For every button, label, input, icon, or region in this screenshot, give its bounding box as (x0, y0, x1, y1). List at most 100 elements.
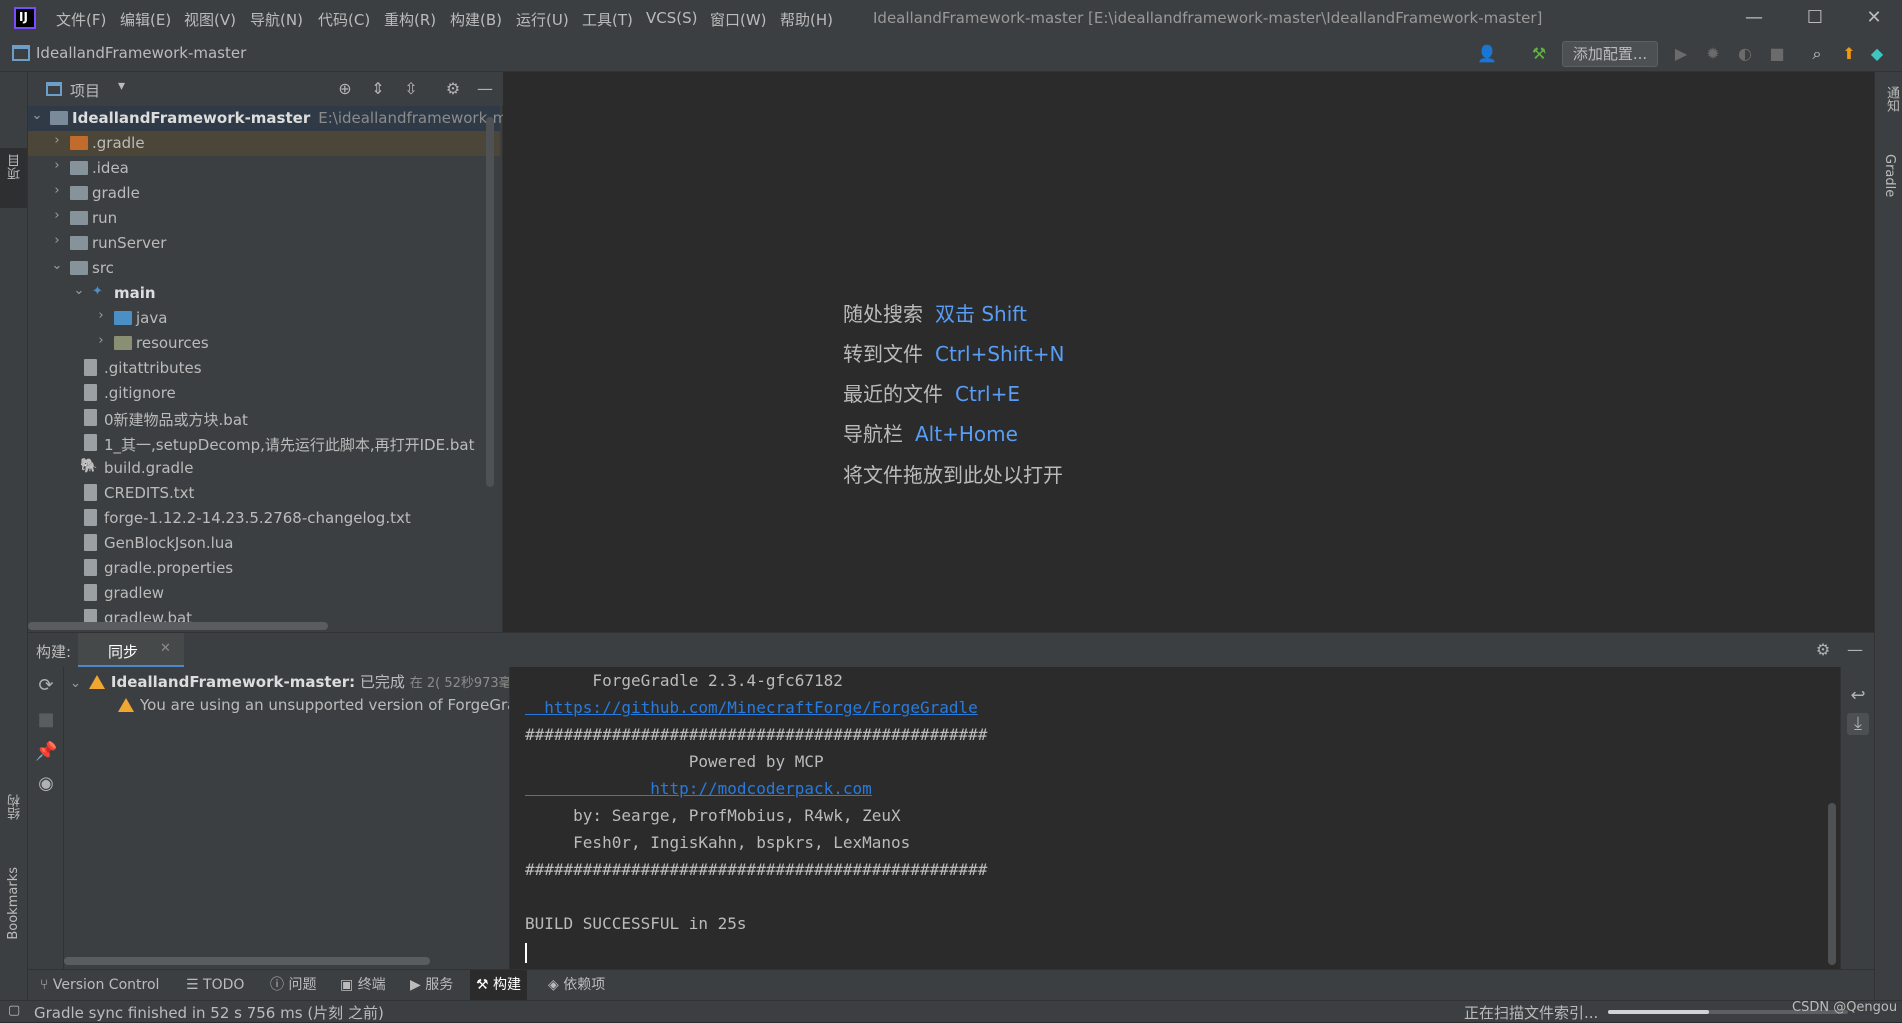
tool-services[interactable]: ▶ 服务 (404, 970, 459, 1001)
search-icon[interactable]: ⌕ (1806, 43, 1828, 65)
tree-item-java[interactable]: › java (28, 306, 500, 331)
stripe-tab-structure[interactable]: 结构 (6, 794, 25, 820)
gear-icon[interactable]: ⚙ (442, 78, 464, 100)
status-message[interactable]: Gradle sync finished in 52 s 756 ms (片刻 … (34, 1002, 384, 1023)
tree-item-gitignore[interactable]: .gitignore (28, 381, 500, 406)
tree-item-bat-new[interactable]: 0新建物品或方块.bat (28, 406, 500, 431)
scroll-to-end-icon[interactable]: ⤓ (1847, 713, 1869, 735)
stripe-tab-bookmarks[interactable]: Bookmarks (6, 867, 21, 940)
coverage-icon[interactable]: ◐ (1734, 43, 1756, 65)
vertical-scrollbar[interactable] (486, 117, 494, 487)
tab-sync[interactable]: 同步 ✕ (78, 633, 184, 668)
hide-icon[interactable]: — (474, 78, 496, 100)
update-icon[interactable]: ⬆ (1838, 43, 1860, 65)
menu-refactor[interactable]: 重构(R) (384, 9, 436, 30)
add-configuration-button[interactable]: 添加配置... (1562, 41, 1658, 67)
run-icon[interactable]: ▶ (1670, 43, 1692, 65)
tree-item-gitattributes[interactable]: .gitattributes (28, 356, 500, 381)
stripe-tab-gradle[interactable]: Gradle (1882, 154, 1897, 197)
vertical-scrollbar[interactable] (1828, 803, 1836, 965)
breadcrumb-project[interactable]: IdeallandFramework-master (36, 44, 246, 62)
tree-item-bat-setup[interactable]: 1_其一,setupDecomp,请先运行此脚本,再打开IDE.bat (28, 431, 500, 456)
menu-file[interactable]: 文件(F) (56, 9, 106, 30)
chevron-down-icon[interactable]: ⌄ (72, 283, 86, 298)
tool-problems[interactable]: ⓘ 问题 (264, 970, 322, 1001)
tree-item-run[interactable]: › run (28, 206, 500, 231)
stop-icon[interactable]: ■ (35, 709, 57, 731)
chevron-down-icon[interactable]: ▾ (118, 78, 125, 94)
menu-edit[interactable]: 编辑(E) (120, 9, 171, 30)
toolbox-icon[interactable]: ◆ (1866, 43, 1888, 65)
tool-terminal[interactable]: ▣ 终端 (334, 970, 392, 1001)
pin-icon[interactable]: 📌 (35, 741, 57, 763)
link-modcoderpack[interactable]: http://modcoderpack.com (525, 779, 872, 798)
tree-item-idea[interactable]: › .idea (28, 156, 500, 181)
tree-item-genblockjson[interactable]: GenBlockJson.lua (28, 531, 500, 556)
close-icon[interactable]: ✕ (160, 641, 171, 656)
tool-todo[interactable]: ☰ TODO (180, 970, 250, 1001)
tree-item-main[interactable]: ⌄ ✦ main (28, 281, 500, 306)
tree-item-runserver[interactable]: › runServer (28, 231, 500, 256)
refresh-icon[interactable]: ⟳ (35, 675, 57, 697)
minimize-button[interactable]: — (1742, 6, 1766, 30)
maximize-button[interactable]: ☐ (1803, 6, 1827, 30)
menu-navigate[interactable]: 导航(N) (250, 9, 303, 30)
tool-dependencies[interactable]: ◈ 依赖项 (542, 970, 611, 1001)
chevron-right-icon[interactable]: › (94, 333, 108, 348)
stripe-tab-project[interactable]: 项目 (0, 148, 27, 208)
build-hammer-icon[interactable]: ⚒ (1528, 43, 1550, 65)
indexing-status[interactable]: 正在扫描文件索引... (1464, 1002, 1598, 1023)
expand-all-icon[interactable]: ⇕ (367, 78, 389, 100)
tree-item-gradlew[interactable]: gradlew (28, 581, 500, 606)
chevron-right-icon[interactable]: › (94, 308, 108, 323)
tool-version-control[interactable]: ⑂ Version Control (34, 970, 165, 1001)
hide-icon[interactable]: — (1844, 639, 1866, 661)
menu-build[interactable]: 构建(B) (450, 9, 502, 30)
menu-run[interactable]: 运行(U) (516, 9, 569, 30)
menu-help[interactable]: 帮助(H) (780, 9, 833, 30)
build-warning-node[interactable]: You are using an unsupported version of … (118, 696, 509, 714)
stop-icon[interactable]: ■ (1766, 43, 1788, 65)
close-button[interactable]: ✕ (1862, 6, 1886, 30)
tree-item-root[interactable]: ⌄ IdeallandFramework-master E:\ideallandf… (28, 106, 524, 131)
tree-item-build-gradle[interactable]: 🐘 build.gradle (28, 456, 500, 481)
tool-build[interactable]: ⚒ 构建 (470, 970, 528, 1001)
link-forgegradle[interactable]: https://github.com/MinecraftForge/ForgeG… (525, 698, 977, 717)
menu-window[interactable]: 窗口(W) (710, 9, 767, 30)
project-view-selector[interactable]: 项目 (70, 80, 100, 101)
horizontal-scrollbar[interactable] (28, 622, 328, 630)
chevron-right-icon[interactable]: › (50, 158, 64, 173)
tree-item-changelog[interactable]: forge-1.12.2-14.23.5.2768-changelog.txt (28, 506, 500, 531)
menu-view[interactable]: 视图(V) (184, 9, 236, 30)
menu-tools[interactable]: 工具(T) (582, 9, 633, 30)
toggle-tool-windows-icon[interactable]: ▢ (8, 1003, 20, 1018)
chevron-right-icon[interactable]: › (50, 208, 64, 223)
build-root-node[interactable]: ⌄ IdeallandFramework-master: 已完成 在 2( 52秒… (70, 671, 509, 692)
tree-item-gradle[interactable]: › gradle (28, 181, 500, 206)
chevron-down-icon[interactable]: ⌄ (70, 676, 81, 691)
tree-item-src[interactable]: ⌄ src (28, 256, 500, 281)
horizontal-scrollbar[interactable] (64, 957, 430, 965)
locate-icon[interactable]: ⊕ (334, 78, 356, 100)
tree-item-gradle-hidden[interactable]: › .gradle (28, 131, 500, 156)
tree-item-resources[interactable]: › resources (28, 331, 500, 356)
stripe-tab-notifications[interactable]: 通知 (1882, 86, 1901, 112)
eye-icon[interactable]: ◉ (35, 773, 57, 795)
chevron-down-icon[interactable]: ⌄ (50, 258, 64, 273)
soft-wrap-icon[interactable]: ↩ (1847, 685, 1869, 707)
console-link-mcp[interactable]: http://modcoderpack.com (525, 779, 872, 798)
chevron-down-icon[interactable]: ⌄ (30, 108, 44, 123)
console-link-forgegradle[interactable]: https://github.com/MinecraftForge/ForgeG… (525, 698, 977, 717)
chevron-right-icon[interactable]: › (50, 133, 64, 148)
menu-vcs[interactable]: VCS(S) (646, 9, 697, 27)
chevron-right-icon[interactable]: › (50, 233, 64, 248)
tree-item-gradle-properties[interactable]: gradle.properties (28, 556, 500, 581)
gear-icon[interactable]: ⚙ (1812, 639, 1834, 661)
build-console-output[interactable]: ForgeGradle 2.3.4-gfc67182 https://githu… (510, 667, 1840, 969)
user-icon[interactable]: 👤 (1476, 43, 1498, 65)
tree-item-credits[interactable]: CREDITS.txt (28, 481, 500, 506)
debug-icon[interactable]: ✹ (1702, 43, 1724, 65)
collapse-all-icon[interactable]: ⇳ (400, 78, 422, 100)
menu-code[interactable]: 代码(C) (318, 9, 370, 30)
chevron-right-icon[interactable]: › (50, 183, 64, 198)
